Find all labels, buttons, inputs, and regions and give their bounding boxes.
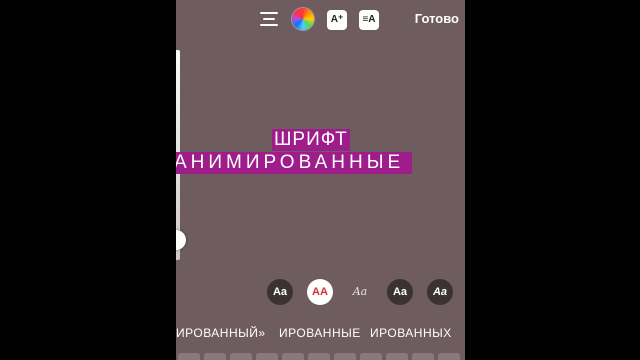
- font-strong-button[interactable]: AA: [307, 279, 333, 305]
- font-bold-italic-button[interactable]: Aa: [427, 279, 453, 305]
- story-text-line-2[interactable]: АНИМИРОВАННЫЕ: [176, 152, 413, 174]
- keyboard-top-row: [176, 350, 465, 360]
- font-typewriter-button[interactable]: Aa: [387, 279, 413, 305]
- animation-style-item[interactable]: ИРОВАННЫХ: [370, 326, 452, 340]
- keyboard-key[interactable]: [360, 353, 382, 360]
- keyboard-key[interactable]: [178, 353, 200, 360]
- keyboard-key[interactable]: [282, 353, 304, 360]
- font-style-picker: Aa AA Aa Aa Aa: [176, 279, 465, 305]
- keyboard-key[interactable]: [308, 353, 330, 360]
- keyboard-key[interactable]: [438, 353, 460, 360]
- story-text-line-1[interactable]: ШРИФТ: [272, 129, 350, 151]
- animation-style-item[interactable]: ИРОВАННЫЕ: [279, 326, 361, 340]
- done-button[interactable]: Готово: [415, 11, 459, 26]
- keyboard-key[interactable]: [334, 353, 356, 360]
- font-classic-button[interactable]: Aa: [267, 279, 293, 305]
- color-wheel-icon[interactable]: [292, 8, 314, 30]
- text-align-icon[interactable]: [260, 9, 282, 31]
- keyboard-key[interactable]: [230, 353, 252, 360]
- keyboard-key[interactable]: [204, 353, 226, 360]
- text-effects-icon[interactable]: A⁺: [327, 10, 347, 30]
- text-animation-icon[interactable]: ≡A: [359, 10, 379, 30]
- keyboard-key[interactable]: [386, 353, 408, 360]
- keyboard-key[interactable]: [412, 353, 434, 360]
- story-editor: A⁺ ≡A Готово ШРИФТ АНИМИРОВАННЫЕ Aa AA A…: [176, 0, 465, 360]
- animation-style-item[interactable]: ИРОВАННЫЙ»: [176, 326, 266, 340]
- font-size-slider-thumb[interactable]: [176, 230, 186, 250]
- font-script-button[interactable]: Aa: [347, 279, 373, 305]
- keyboard-key[interactable]: [256, 353, 278, 360]
